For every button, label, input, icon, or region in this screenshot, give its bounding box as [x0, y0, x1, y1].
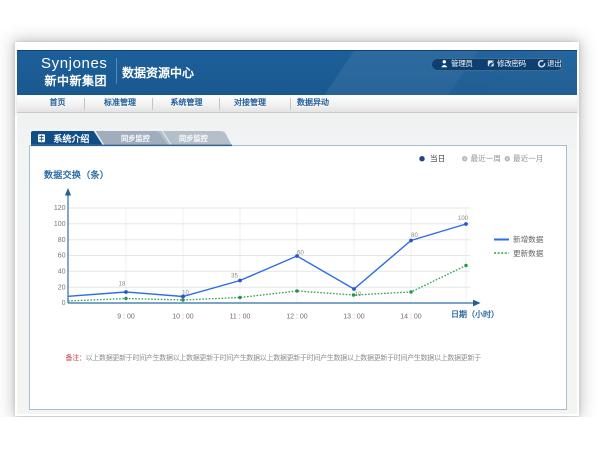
svg-text:18: 18	[119, 282, 126, 288]
svg-text:120: 120	[54, 205, 66, 212]
svg-text:同步监控: 同步监控	[121, 134, 151, 143]
svg-text:100: 100	[54, 221, 66, 228]
svg-text:35: 35	[231, 274, 238, 280]
svg-text:10: 10	[355, 292, 362, 298]
svg-text:40: 40	[58, 269, 66, 276]
svg-text:11 : 00: 11 : 00	[230, 313, 251, 320]
svg-text:系统介绍: 系统介绍	[53, 133, 89, 144]
svg-text:9 : 00: 9 : 00	[117, 313, 135, 320]
svg-text:20: 20	[58, 284, 66, 291]
svg-text:60: 60	[297, 251, 304, 257]
svg-text:0: 0	[62, 300, 66, 307]
svg-text:14 : 00: 14 : 00	[400, 313, 422, 320]
svg-text:同步监控: 同步监控	[179, 134, 209, 143]
svg-text:100: 100	[458, 216, 469, 222]
svg-text:12 : 00: 12 : 00	[286, 313, 308, 320]
svg-text:13 : 00: 13 : 00	[343, 313, 365, 320]
svg-text:10: 10	[182, 291, 189, 297]
svg-text:80: 80	[411, 233, 418, 239]
svg-text:60: 60	[58, 253, 66, 260]
svg-text:80: 80	[58, 237, 66, 244]
svg-text:10 : 00: 10 : 00	[172, 313, 194, 320]
